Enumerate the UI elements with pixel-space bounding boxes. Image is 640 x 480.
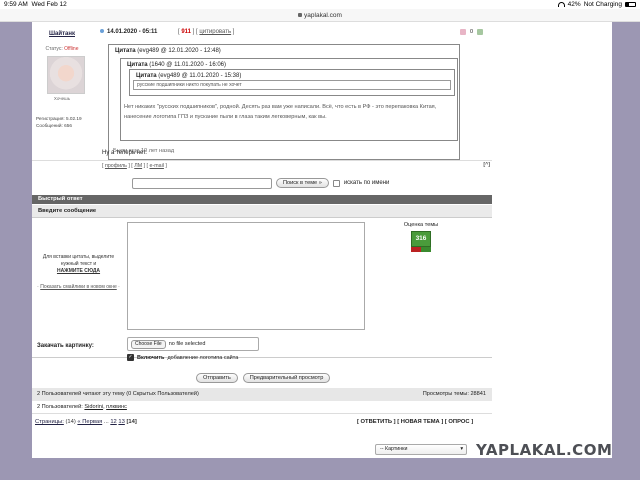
current-page: [14] — [126, 419, 137, 425]
nested-quote: Цитата (1640 @ 11.01.2020 - 16:06) Цитат… — [120, 58, 458, 141]
author-name[interactable]: Шайтанк — [32, 31, 92, 37]
topic-actions[interactable]: [ ОТВЕТИТЬ ] [ НОВАЯ ТЕМА ] [ ОПРОС ] — [357, 419, 473, 425]
choose-file-button[interactable]: Choose File — [131, 339, 166, 349]
quote-text: Нет никаких "русских подшипников", родно… — [124, 104, 437, 120]
show-smileys-link[interactable]: Показать смайлики в новом окне — [40, 284, 117, 290]
post-header: 14.01.2020 - 05:11 [ 911 ] [ цитировать … — [100, 29, 490, 39]
bookmark-icon[interactable] — [477, 29, 484, 35]
viewer-link[interactable]: плквинс — [106, 404, 127, 410]
viewers-bar: 2 Пользователей читают эту тему (0 Скрыт… — [32, 388, 492, 401]
status-time: 9:59 AM — [4, 1, 28, 8]
author-meta: Регистрация: 5.02.19 Сообщений: 656 — [32, 115, 92, 129]
viewer-link[interactable]: Sidorini — [84, 404, 103, 410]
report-icon[interactable] — [460, 29, 466, 35]
pages-label: Страницы: — [35, 419, 64, 425]
site-watermark: YAPLAKAL.COM — [476, 441, 613, 459]
forum-page: Шайтанк Статус: Offline Хочешь Регистрац… — [32, 22, 612, 458]
battery-icon — [625, 2, 636, 7]
preview-button[interactable]: Предварительный просмотр — [242, 373, 331, 383]
ios-status-bar: 9:59 AM Wed Feb 12 42% Not Charging — [0, 0, 640, 9]
wifi-icon — [557, 2, 565, 7]
forum-post: Шайтанк Статус: Offline Хочешь Регистрац… — [32, 22, 492, 172]
offline-badge: Offline — [64, 46, 79, 52]
author-status: Статус: Offline — [45, 46, 79, 52]
quote-hint: Для вставки цитаты, выделите нужный текс… — [35, 254, 122, 275]
quote-block: Цитата (evg489 @ 12.01.2020 - 12:48) Цит… — [108, 44, 460, 160]
insert-quote-link[interactable]: НАЖМИТЕ СЮДА — [35, 268, 122, 275]
email-link[interactable]: e-mail — [150, 163, 164, 169]
search-input[interactable] — [132, 177, 272, 189]
logo-checkbox[interactable]: ✓ — [127, 354, 134, 361]
logo-label-bold: Включить — [137, 354, 165, 361]
battery-percent: 42% — [567, 1, 581, 8]
address-bar[interactable]: yaplakal.com — [0, 9, 640, 22]
status-date: Wed Feb 12 — [31, 1, 67, 8]
charging-text: Not Charging — [583, 1, 622, 8]
quick-reply-header: Быстрый ответ — [32, 195, 492, 204]
rate-up-button[interactable] — [421, 247, 431, 252]
chevron-down-icon: ▾ — [460, 446, 463, 452]
forum-jump-select[interactable]: -- Картинки ▾ — [375, 444, 467, 455]
pages-count: (14) — [65, 419, 76, 425]
post-body: Ну а теперь нет. — [102, 150, 147, 156]
quote-button[interactable]: цитировать — [199, 29, 231, 35]
lock-icon — [298, 13, 303, 18]
inner-quote-text: русские подшипники никто покупать не хоч… — [133, 80, 451, 90]
registered-date: Регистрация: 5.02.19 — [36, 116, 82, 121]
post-date: 14.01.2020 - 05:11 — [107, 29, 158, 35]
url-text: yaplakal.com — [304, 12, 342, 19]
message-count: Сообщений: 656 — [36, 123, 72, 128]
quick-reply-form: Для вставки цитаты, выделите нужный текс… — [32, 218, 492, 361]
pm-link[interactable]: ЛМ — [134, 163, 142, 169]
topic-search: Поиск в теме » искать по имени — [132, 177, 389, 189]
rating-value: 316 — [411, 231, 431, 247]
profile-link[interactable]: профиль — [105, 163, 127, 169]
viewers-text: 2 Пользователей читают эту тему (0 Скрыт… — [37, 391, 199, 397]
author-column: Шайтанк Статус: Offline Хочешь Регистрац… — [32, 22, 92, 129]
page-link-12[interactable]: 12 — [110, 419, 116, 425]
file-status: no file selected — [168, 341, 206, 347]
file-upload: Choose File no file selected — [127, 337, 259, 351]
top-link[interactable]: [^] — [483, 162, 490, 168]
rate-down-button[interactable] — [411, 247, 421, 252]
search-by-name-checkbox[interactable] — [332, 179, 340, 187]
quick-reply-subtitle: Введите сообщение — [32, 205, 492, 218]
views-count: Просмотры темы: 28841 — [422, 391, 486, 397]
logo-label: добавление логотипа сайта — [167, 354, 239, 361]
icon-count: 0 — [470, 29, 474, 35]
post-rating[interactable]: 911 — [181, 29, 191, 35]
message-textarea[interactable] — [127, 222, 365, 330]
search-button[interactable]: Поиск в теме » — [276, 178, 329, 188]
pagination: Страницы: (14) « Первая ... 12 13 [14] — [35, 419, 137, 425]
post-link-icon[interactable] — [100, 29, 104, 33]
page-link-13[interactable]: 13 — [118, 419, 124, 425]
viewers-list: 2 Пользователей: Sidorini, плквинс — [32, 402, 492, 414]
avatar-caption: Хочешь — [53, 96, 71, 101]
attach-label: Закачать картинку: — [37, 343, 94, 349]
send-button[interactable]: Отправить — [196, 373, 238, 383]
topic-rating: Оценка темы 316 — [392, 222, 450, 252]
first-page-link[interactable]: « Первая — [77, 419, 102, 425]
rating-title: Оценка темы — [403, 222, 439, 228]
avatar[interactable] — [47, 56, 85, 94]
search-by-name-label: искать по имени — [343, 180, 390, 186]
post-footer: [ профиль ] [ ЛМ ] [ e-mail ] [^] — [32, 160, 492, 170]
